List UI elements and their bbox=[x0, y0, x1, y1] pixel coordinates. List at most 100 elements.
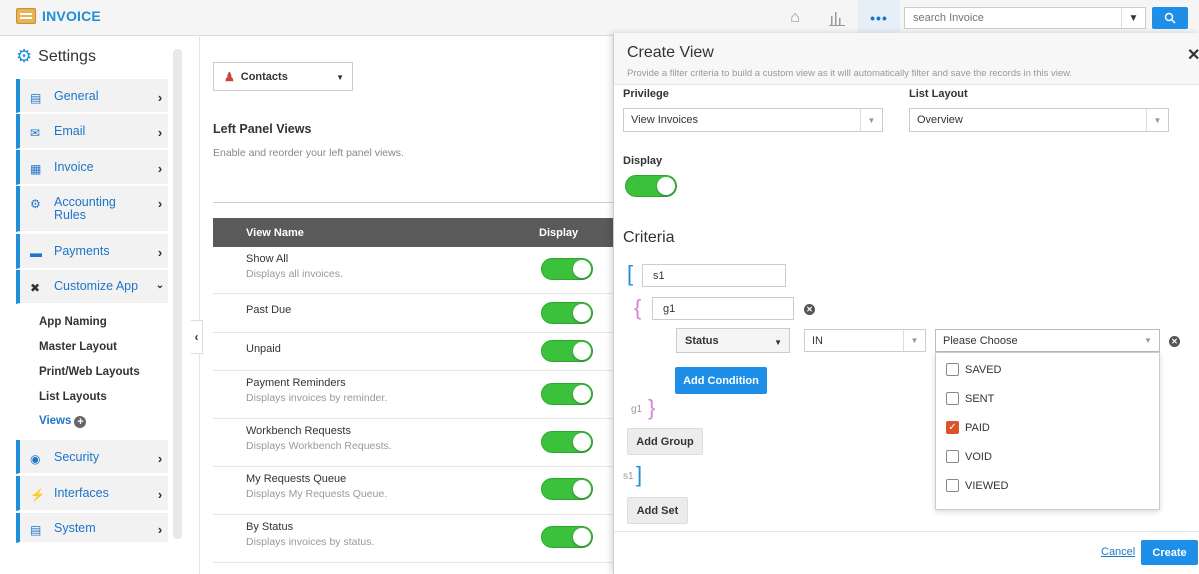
subitem-print-web-layouts[interactable]: Print/Web Layouts bbox=[39, 366, 140, 378]
chevron-right-icon: › bbox=[157, 522, 163, 537]
checkbox[interactable] bbox=[946, 450, 959, 463]
add-set-button[interactable]: Add Set bbox=[627, 497, 688, 524]
module-select[interactable]: ♟ Contacts ▼ bbox=[213, 62, 353, 91]
display-toggle[interactable] bbox=[541, 478, 593, 500]
chevron-right-icon: › bbox=[157, 487, 163, 502]
search-filter-dropdown[interactable]: ▼ bbox=[1121, 8, 1145, 28]
chevron-right-icon: › bbox=[157, 90, 163, 105]
view-name: Payment Reminders bbox=[246, 377, 346, 389]
subitem-list-layouts[interactable]: List Layouts bbox=[39, 391, 107, 403]
table-row[interactable]: Unpaid bbox=[213, 334, 613, 371]
sidebar-item-email[interactable]: ✉ Email › bbox=[16, 114, 168, 149]
plug-icon: ⚡ bbox=[30, 488, 45, 502]
add-condition-button[interactable]: Add Condition bbox=[675, 367, 767, 394]
table-row[interactable]: Show All Displays all invoices. bbox=[213, 248, 613, 294]
chevron-right-icon: › bbox=[157, 161, 163, 176]
sidebar-item-invoice[interactable]: ▦ Invoice › bbox=[16, 150, 168, 185]
chevron-right-icon: › bbox=[157, 196, 163, 211]
display-toggle[interactable] bbox=[541, 383, 593, 405]
add-view-icon[interactable]: + bbox=[74, 416, 87, 428]
option-viewed[interactable]: VIEWED bbox=[946, 479, 1008, 492]
group-open-brace: { bbox=[634, 295, 642, 320]
chevron-down-icon: ⌄ bbox=[155, 280, 165, 291]
sidebar-item-general[interactable]: ▤ General › bbox=[16, 79, 168, 113]
table-row[interactable]: Past Due bbox=[213, 295, 613, 333]
contacts-icon: ♟ bbox=[224, 69, 235, 84]
view-description: Displays invoices by reminder. bbox=[246, 392, 388, 404]
remove-condition-icon[interactable]: ✕ bbox=[1169, 336, 1180, 347]
home-icon[interactable]: ⌂ bbox=[784, 7, 806, 29]
table-row[interactable]: By Status Displays invoices by status. bbox=[213, 516, 613, 563]
subitem-master-layout[interactable]: Master Layout bbox=[39, 341, 117, 353]
close-icon[interactable]: ✕ bbox=[1187, 45, 1199, 65]
option-paid[interactable]: ✓ PAID bbox=[946, 421, 990, 434]
list-layout-select[interactable]: Overview ▼ bbox=[909, 108, 1169, 132]
view-name: Past Due bbox=[246, 304, 292, 316]
display-toggle[interactable] bbox=[541, 302, 593, 324]
cogs-icon: ⚙ bbox=[30, 197, 41, 211]
group-name-input[interactable]: g1 bbox=[652, 297, 794, 320]
sidebar-item-payments[interactable]: ▬ Payments › bbox=[16, 234, 168, 269]
chevron-right-icon: › bbox=[157, 125, 163, 140]
checkbox-checked[interactable]: ✓ bbox=[946, 421, 959, 434]
table-row[interactable]: Payment Reminders Displays invoices by r… bbox=[213, 372, 613, 419]
gear-icon: ⚙ bbox=[16, 46, 33, 66]
top-bar: INVOICE ⌂ ••• ▼ bbox=[0, 0, 1199, 36]
panel-header: Create View Provide a filter criteria to… bbox=[614, 33, 1199, 85]
remove-group-icon[interactable]: ✕ bbox=[804, 304, 815, 315]
sidebar-item-accounting-rules[interactable]: ⚙ Accounting Rules › bbox=[16, 186, 168, 232]
set-close-bracket: ] bbox=[636, 462, 643, 487]
add-group-button[interactable]: Add Group bbox=[627, 428, 703, 455]
checkbox[interactable] bbox=[946, 392, 959, 405]
table-row[interactable]: My Requests Queue Displays My Requests Q… bbox=[213, 468, 613, 515]
subitem-app-naming[interactable]: App Naming bbox=[39, 316, 107, 328]
criteria-title: Criteria bbox=[623, 229, 675, 246]
sidebar-item-interfaces[interactable]: ⚡ Interfaces › bbox=[16, 476, 168, 511]
display-toggle[interactable] bbox=[541, 526, 593, 548]
brand[interactable]: INVOICE bbox=[16, 8, 101, 24]
checkbox[interactable] bbox=[946, 363, 959, 376]
chevron-left-icon: ‹ bbox=[194, 330, 199, 344]
settings-title: ⚙ Settings bbox=[16, 46, 96, 66]
subitem-views[interactable]: Views + bbox=[39, 415, 87, 428]
sidebar-item-security[interactable]: ◉ Security › bbox=[16, 440, 168, 474]
search-icon bbox=[1164, 12, 1176, 24]
privilege-select[interactable]: View Invoices ▼ bbox=[623, 108, 883, 132]
search-button[interactable] bbox=[1152, 7, 1188, 29]
table-row[interactable]: Workbench Requests Displays Workbench Re… bbox=[213, 420, 613, 467]
column-header-view-name: View Name bbox=[246, 227, 304, 239]
view-description: Displays all invoices. bbox=[246, 268, 343, 280]
sidebar-scrollbar[interactable] bbox=[173, 49, 182, 539]
display-toggle[interactable] bbox=[625, 175, 677, 197]
envelope-icon: ✉ bbox=[30, 126, 41, 140]
column-header-display: Display bbox=[539, 227, 579, 239]
caret-down-icon: ▼ bbox=[336, 73, 344, 82]
set-name-input[interactable]: s1 bbox=[642, 264, 786, 287]
condition-operator-select[interactable]: IN ▼ bbox=[804, 329, 926, 352]
option-saved[interactable]: SAVED bbox=[946, 363, 1001, 376]
view-name: My Requests Queue bbox=[246, 473, 347, 485]
invoice-icon: ▦ bbox=[30, 162, 42, 176]
condition-field-select[interactable]: Status ▼ bbox=[676, 328, 790, 353]
display-toggle[interactable] bbox=[541, 258, 593, 280]
monitor-icon: ▤ bbox=[30, 91, 42, 105]
sidebar-item-customize-app[interactable]: ✖ Customize App ⌄ bbox=[16, 270, 168, 304]
sidebar-item-system[interactable]: ▤ System › bbox=[16, 513, 168, 543]
checkbox[interactable] bbox=[946, 479, 959, 492]
create-button[interactable]: Create bbox=[1141, 540, 1198, 565]
display-toggle[interactable] bbox=[541, 340, 593, 362]
display-toggle[interactable] bbox=[541, 431, 593, 453]
cancel-link[interactable]: Cancel bbox=[1101, 546, 1135, 558]
view-description: Displays invoices by status. bbox=[246, 536, 375, 548]
more-apps-icon[interactable]: ••• bbox=[858, 0, 900, 36]
view-name: Show All bbox=[246, 253, 289, 265]
option-void[interactable]: VOID bbox=[946, 450, 992, 463]
search-input[interactable] bbox=[905, 8, 1121, 28]
option-sent[interactable]: SENT bbox=[946, 392, 994, 405]
collapse-sidebar-button[interactable]: ‹ bbox=[191, 320, 203, 354]
group-end-label: g1 bbox=[631, 404, 643, 415]
section-title: Left Panel Views bbox=[213, 122, 312, 136]
bar-chart-icon[interactable] bbox=[826, 7, 848, 29]
condition-value-select[interactable]: Please Choose ▼ bbox=[935, 329, 1160, 352]
chevron-down-icon: ▼ bbox=[1144, 336, 1152, 345]
